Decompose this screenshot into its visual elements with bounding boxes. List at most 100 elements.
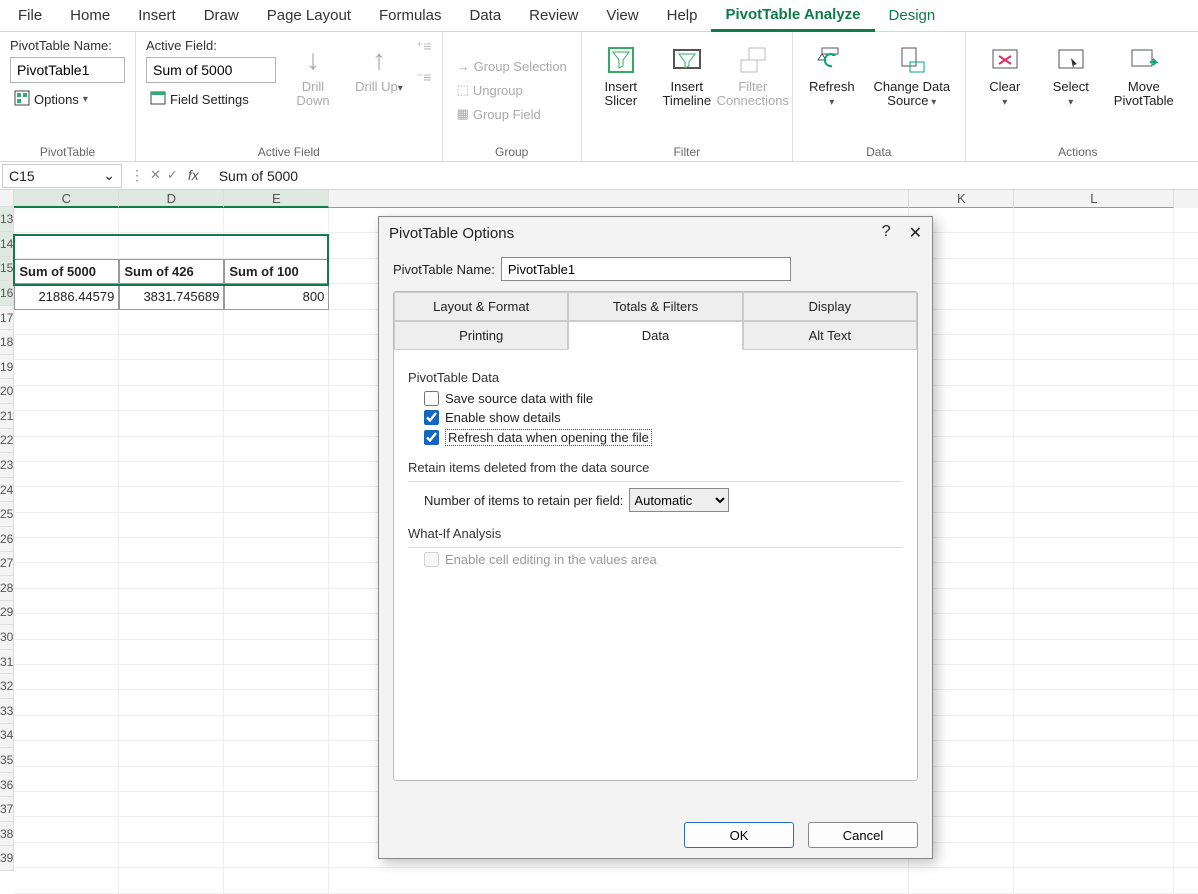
cell[interactable]	[1014, 310, 1174, 335]
cell[interactable]	[14, 614, 119, 639]
cell[interactable]	[14, 513, 119, 538]
cell[interactable]	[119, 843, 224, 868]
cell[interactable]	[14, 741, 119, 766]
cancel-icon[interactable]: ✕	[150, 167, 161, 184]
cell[interactable]	[14, 233, 119, 258]
menu-draw[interactable]: Draw	[190, 1, 253, 30]
insert-slicer-button[interactable]: Insert Slicer	[592, 38, 650, 109]
menu-insert[interactable]: Insert	[124, 1, 190, 30]
cell[interactable]	[1014, 614, 1174, 639]
row-header[interactable]: 39	[0, 846, 14, 871]
tab-printing[interactable]: Printing	[394, 321, 568, 350]
cell[interactable]	[119, 335, 224, 360]
cell[interactable]	[1014, 640, 1174, 665]
row-header[interactable]: 30	[0, 625, 14, 650]
cell[interactable]	[14, 487, 119, 512]
help-icon[interactable]: ?	[882, 223, 891, 243]
cell[interactable]	[1174, 741, 1198, 766]
cell[interactable]	[1174, 437, 1198, 462]
refresh-button[interactable]: Refresh▾	[803, 38, 861, 109]
row-header[interactable]: 34	[0, 724, 14, 749]
cell[interactable]	[224, 437, 329, 462]
cell[interactable]	[224, 792, 329, 817]
cell[interactable]	[224, 589, 329, 614]
cell[interactable]	[1174, 792, 1198, 817]
cell[interactable]	[224, 563, 329, 588]
col-header-c[interactable]: C	[14, 190, 119, 208]
cell[interactable]	[1174, 208, 1198, 233]
tab-totals-filters[interactable]: Totals & Filters	[568, 292, 742, 321]
tab-layout-format[interactable]: Layout & Format	[394, 292, 568, 321]
cell[interactable]	[224, 741, 329, 766]
select-button[interactable]: Select▾	[1042, 38, 1100, 109]
menu-home[interactable]: Home	[56, 1, 124, 30]
cell[interactable]	[14, 589, 119, 614]
cell[interactable]	[1174, 411, 1198, 436]
menu-design[interactable]: Design	[875, 1, 950, 30]
dialog-name-input[interactable]	[501, 257, 791, 281]
cell[interactable]	[1174, 843, 1198, 868]
cell[interactable]	[14, 792, 119, 817]
cell[interactable]	[1014, 437, 1174, 462]
row-header[interactable]: 22	[0, 429, 14, 454]
cell[interactable]	[14, 462, 119, 487]
row-header[interactable]: 23	[0, 453, 14, 478]
cell[interactable]	[224, 411, 329, 436]
cell[interactable]	[119, 767, 224, 792]
change-data-source-button[interactable]: Change Data Source ▾	[869, 38, 955, 109]
cell[interactable]	[14, 411, 119, 436]
cell[interactable]	[1174, 614, 1198, 639]
cell[interactable]	[224, 690, 329, 715]
col-header-l[interactable]: L	[1014, 190, 1174, 208]
cell[interactable]	[224, 360, 329, 385]
cell[interactable]	[14, 868, 119, 893]
cell[interactable]	[1014, 792, 1174, 817]
row-header[interactable]: 21	[0, 404, 14, 429]
cell[interactable]	[119, 411, 224, 436]
cell[interactable]	[14, 767, 119, 792]
cell[interactable]	[1174, 284, 1198, 309]
active-field-input[interactable]	[146, 57, 276, 83]
cell[interactable]	[119, 310, 224, 335]
cell[interactable]	[119, 868, 224, 893]
cell[interactable]	[1014, 716, 1174, 741]
cell[interactable]	[1174, 563, 1198, 588]
cell[interactable]	[1014, 690, 1174, 715]
cell[interactable]	[119, 538, 224, 563]
menu-view[interactable]: View	[592, 1, 652, 30]
cell[interactable]	[119, 665, 224, 690]
cell[interactable]	[224, 386, 329, 411]
cell[interactable]: Sum of 426	[119, 259, 224, 284]
cell[interactable]	[1174, 868, 1198, 893]
cell[interactable]	[224, 767, 329, 792]
cell[interactable]	[1014, 259, 1174, 284]
cell[interactable]	[224, 868, 329, 893]
cell[interactable]	[1174, 259, 1198, 284]
cell[interactable]	[224, 487, 329, 512]
cell[interactable]	[224, 665, 329, 690]
cell[interactable]	[1014, 462, 1174, 487]
cell[interactable]	[14, 538, 119, 563]
row-header[interactable]: 16	[0, 281, 14, 306]
cell[interactable]	[1014, 513, 1174, 538]
cell[interactable]	[14, 640, 119, 665]
pivottable-name-input[interactable]	[10, 57, 125, 83]
row-header[interactable]: 19	[0, 355, 14, 380]
tab-display[interactable]: Display	[743, 292, 917, 321]
row-header[interactable]: 15	[0, 257, 14, 282]
col-header-e[interactable]: E	[224, 190, 329, 208]
cell[interactable]	[224, 640, 329, 665]
cell[interactable]	[224, 335, 329, 360]
menu-file[interactable]: File	[4, 1, 56, 30]
cell[interactable]	[119, 513, 224, 538]
cell[interactable]	[119, 233, 224, 258]
cell[interactable]	[14, 386, 119, 411]
cell[interactable]: 800	[224, 284, 329, 309]
cell[interactable]	[1014, 589, 1174, 614]
row-header[interactable]: 18	[0, 330, 14, 355]
cell[interactable]	[1014, 563, 1174, 588]
cell[interactable]	[1014, 284, 1174, 309]
row-header[interactable]: 36	[0, 773, 14, 798]
insert-timeline-button[interactable]: Insert Timeline	[658, 38, 716, 109]
cell[interactable]	[1014, 868, 1174, 893]
